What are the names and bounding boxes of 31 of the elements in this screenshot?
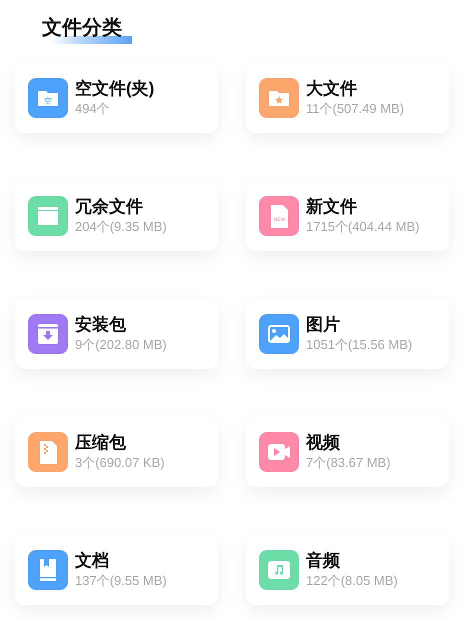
category-name: 大文件 xyxy=(306,78,358,100)
category-detail: 137个(9.55 MB) xyxy=(75,572,167,590)
category-detail: 3个(690.07 KB) xyxy=(75,454,165,472)
category-detail: 9个(202.80 MB) xyxy=(75,336,167,354)
category-name: 视频 xyxy=(306,432,341,454)
category-card[interactable]: 冗余文件 204个(9.35 MB) xyxy=(15,181,218,251)
category-name: 冗余文件 xyxy=(75,196,144,218)
category-detail: 494个 xyxy=(75,100,111,118)
category-card[interactable]: 图片 1051个(15.56 MB) xyxy=(246,299,449,369)
category-card[interactable]: 空 空文件(夹) 494个 xyxy=(15,63,218,133)
category-detail: 7个(83.67 MB) xyxy=(306,454,391,472)
category-detail: 11个(507.49 MB) xyxy=(306,100,404,118)
category-detail: 1715个(404.44 MB) xyxy=(306,218,420,236)
category-name: 新文件 xyxy=(306,196,358,218)
category-name: 文档 xyxy=(75,550,110,572)
category-card[interactable]: 安装包 9个(202.80 MB) xyxy=(15,299,218,369)
category-name: 空文件(夹) xyxy=(75,78,154,100)
category-name: 压缩包 xyxy=(75,432,127,454)
section-title: 文件分类 xyxy=(42,14,132,44)
category-name: 音频 xyxy=(306,550,341,572)
category-card[interactable]: 文档 137个(9.55 MB) xyxy=(15,535,218,605)
category-name: 图片 xyxy=(306,314,341,336)
category-detail: 122个(8.05 MB) xyxy=(306,572,398,590)
category-card[interactable]: 音频 122个(8.05 MB) xyxy=(246,535,449,605)
folder-icon: 空 xyxy=(28,78,68,118)
category-name: 安装包 xyxy=(75,314,127,336)
category-card[interactable]: 视频 7个(83.67 MB) xyxy=(246,417,449,487)
category-card[interactable]: 压缩包 3个(690.07 KB) xyxy=(15,417,218,487)
category-card[interactable]: 大文件 11个(507.49 MB) xyxy=(246,63,449,133)
category-detail: 1051个(15.56 MB) xyxy=(306,336,412,354)
category-detail: 204个(9.35 MB) xyxy=(75,218,167,236)
